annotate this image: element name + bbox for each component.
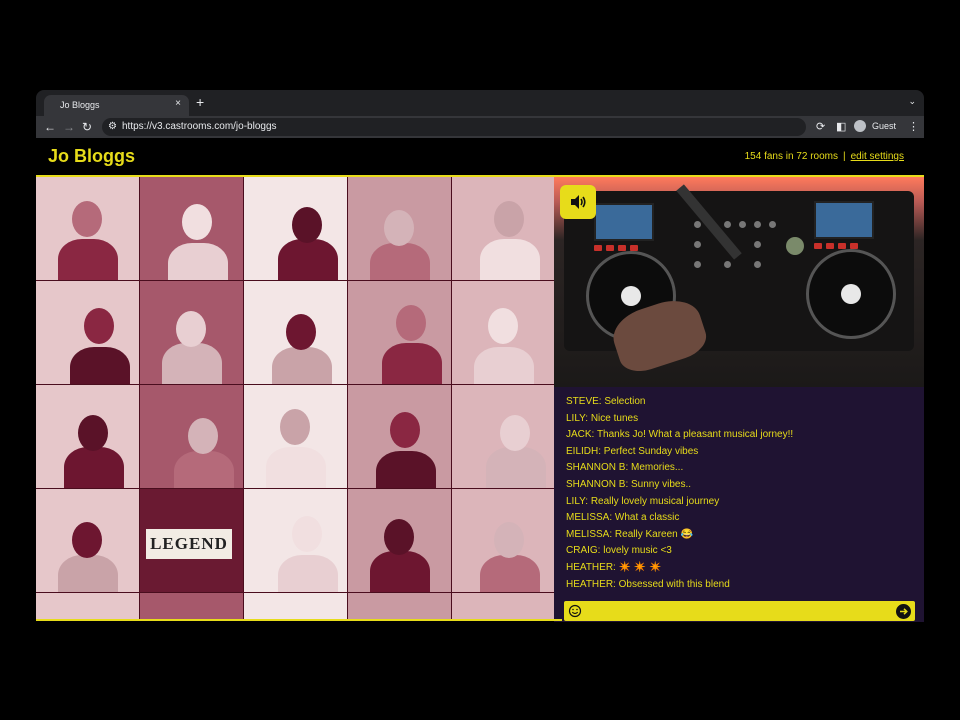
extensions-icon[interactable]: ⟳ bbox=[816, 119, 825, 135]
fan-video-tile bbox=[452, 385, 554, 488]
fan-video-tile bbox=[244, 177, 347, 280]
edit-settings-link[interactable]: edit settings bbox=[851, 151, 904, 162]
forward-arrow-icon[interactable]: → bbox=[63, 119, 75, 135]
chat-message: EILIDH: Perfect Sunday vibes bbox=[566, 445, 699, 457]
speaker-icon bbox=[571, 195, 586, 209]
page-title: Jo Bloggs bbox=[48, 146, 136, 166]
header-separator: | bbox=[843, 151, 846, 162]
fan-video-tile bbox=[452, 489, 554, 592]
chat-input[interactable] bbox=[588, 604, 888, 618]
grid-bottom-line bbox=[36, 619, 562, 621]
fan-video-tile bbox=[140, 281, 243, 384]
fan-video-tile: LEGEND bbox=[140, 489, 243, 592]
fan-video-tile bbox=[244, 385, 347, 488]
back-arrow-icon[interactable]: ← bbox=[44, 119, 56, 135]
fan-video-grid: LEGEND bbox=[36, 177, 554, 619]
tab-close-icon[interactable]: × bbox=[175, 98, 181, 109]
fan-video-tile bbox=[452, 177, 554, 280]
legend-sign: LEGEND bbox=[146, 529, 232, 559]
chat-message: SHANNON B: Memories... bbox=[566, 462, 684, 474]
fan-video-tile bbox=[348, 385, 451, 488]
fan-video-tile bbox=[348, 593, 451, 619]
jog-wheel-right bbox=[806, 249, 896, 339]
address-bar[interactable]: ⚙ https://v3.castrooms.com/jo-bloggs bbox=[102, 118, 806, 136]
deck-screen-left bbox=[594, 203, 654, 241]
chat-composer bbox=[564, 601, 915, 621]
page-content: Jo Bloggs 154 fans in 72 rooms | edit sett… bbox=[36, 138, 924, 622]
chat-message: MELISSA: What a classic bbox=[566, 512, 680, 524]
fan-video-tile bbox=[244, 281, 347, 384]
fan-video-tile bbox=[140, 177, 243, 280]
chat-message: LILY: Nice tunes bbox=[566, 412, 639, 424]
fan-video-tile bbox=[36, 489, 139, 592]
side-panel-icon[interactable]: ◧ bbox=[836, 119, 846, 135]
fan-video-tile bbox=[36, 281, 139, 384]
send-button[interactable] bbox=[896, 604, 911, 619]
chat-message-list: STEVE: Selection LILY: Nice tunes JACK: Th… bbox=[566, 394, 793, 593]
chat-message: CRAIG: lovely music <3 bbox=[566, 545, 672, 557]
header-stats: 154 fans in 72 rooms | edit settings bbox=[745, 151, 904, 162]
deck-screen-right bbox=[814, 201, 874, 239]
fan-video-tile bbox=[244, 593, 347, 619]
browser-window: Jo Bloggs × + ⌄ ← → ↻ ⚙ https://v3.castr… bbox=[36, 90, 924, 622]
fan-video-tile bbox=[36, 593, 139, 619]
chat-message: HEATHER: ✴️ ✴️ ✴️ bbox=[566, 561, 662, 573]
fan-video-tile bbox=[36, 177, 139, 280]
fan-video-tile bbox=[348, 177, 451, 280]
dj-video-feed bbox=[554, 177, 924, 387]
chat-message: STEVE: Selection bbox=[566, 396, 646, 407]
fan-video-tile bbox=[140, 593, 243, 619]
chat-message: SHANNON B: Sunny vibes.. bbox=[566, 478, 692, 490]
site-info-icon[interactable]: ⚙ bbox=[108, 120, 119, 132]
send-arrow-icon bbox=[900, 608, 908, 615]
reload-icon[interactable]: ↻ bbox=[82, 119, 92, 135]
emoji-icon[interactable] bbox=[568, 604, 582, 618]
url-text[interactable]: https://v3.castrooms.com/jo-bloggs bbox=[122, 121, 277, 132]
tab-search-chevron-icon[interactable]: ⌄ bbox=[908, 96, 916, 107]
browser-tab[interactable]: Jo Bloggs × bbox=[44, 95, 189, 116]
new-tab-button[interactable]: + bbox=[196, 94, 204, 110]
chat-message: LILY: Really lovely musical journey bbox=[566, 495, 720, 507]
profile-avatar-icon[interactable] bbox=[854, 120, 866, 132]
chat-message: JACK: Thanks Jo! What a pleasant musical… bbox=[566, 429, 794, 441]
fan-video-tile bbox=[36, 385, 139, 488]
browser-toolbar: ← → ↻ ⚙ https://v3.castrooms.com/jo-blog… bbox=[36, 116, 924, 138]
tab-bar: Jo Bloggs × + ⌄ bbox=[36, 90, 924, 116]
fan-video-tile bbox=[244, 489, 347, 592]
fan-video-tile bbox=[140, 385, 243, 488]
chat-panel: STEVE: Selection LILY: Nice tunes JACK: Th… bbox=[554, 387, 924, 622]
profile-label[interactable]: Guest bbox=[872, 121, 896, 131]
chat-message: MELISSA: Really Kareen 😂 bbox=[566, 528, 693, 540]
tab-title: Jo Bloggs bbox=[60, 100, 100, 110]
more-menu-icon[interactable]: ⋮ bbox=[908, 119, 919, 135]
fan-video-tile bbox=[452, 281, 554, 384]
microphone-head bbox=[786, 237, 804, 255]
chat-message: HEATHER: Obsessed with this blend bbox=[566, 578, 730, 590]
fan-video-tile bbox=[348, 489, 451, 592]
fan-video-tile bbox=[452, 593, 554, 619]
fan-video-tile bbox=[348, 281, 451, 384]
fan-count: 154 fans in 72 rooms bbox=[744, 151, 839, 162]
sound-toggle-button[interactable] bbox=[560, 185, 596, 219]
